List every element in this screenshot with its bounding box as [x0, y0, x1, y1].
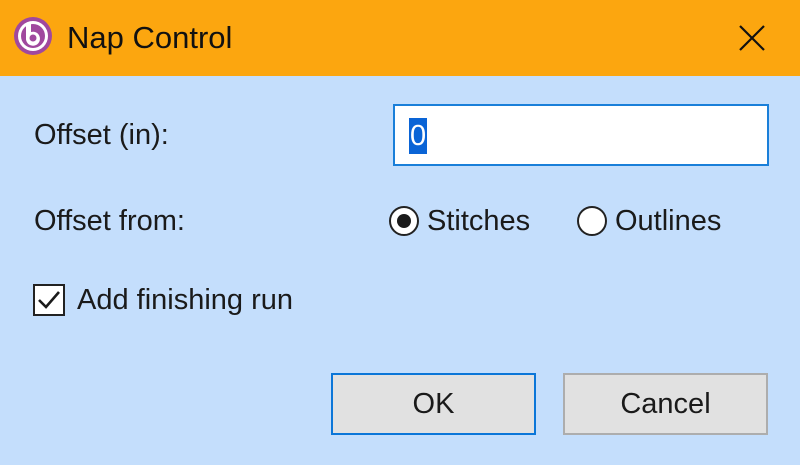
close-icon — [739, 25, 765, 51]
app-logo-icon — [14, 17, 52, 55]
close-button[interactable] — [704, 0, 800, 76]
offset-input-value: 0 — [409, 118, 428, 154]
offset-input[interactable]: 0 — [393, 104, 769, 166]
finishing-run-checkbox[interactable]: Add finishing run — [33, 282, 293, 318]
cancel-button[interactable]: Cancel — [563, 373, 768, 435]
offset-label: Offset (in): — [34, 119, 169, 151]
finishing-run-label: Add finishing run — [77, 284, 294, 316]
outlines-radio[interactable]: Outlines — [577, 203, 721, 239]
stitches-radio-label: Stitches — [427, 205, 531, 237]
radio-button-selected[interactable] — [389, 206, 419, 236]
window-title: Nap Control — [67, 20, 233, 55]
stitches-radio[interactable]: Stitches — [389, 203, 530, 239]
checkbox-box[interactable] — [33, 284, 65, 316]
offset-from-label: Offset from: — [34, 205, 185, 237]
nap-control-dialog: Nap Control Offset (in): 0 Offset from: … — [0, 0, 800, 465]
checkmark-icon — [38, 291, 60, 309]
ok-button[interactable]: OK — [331, 373, 536, 435]
title-bar[interactable]: Nap Control — [0, 0, 800, 76]
radio-button-unselected[interactable] — [577, 206, 607, 236]
outlines-radio-label: Outlines — [615, 205, 722, 237]
